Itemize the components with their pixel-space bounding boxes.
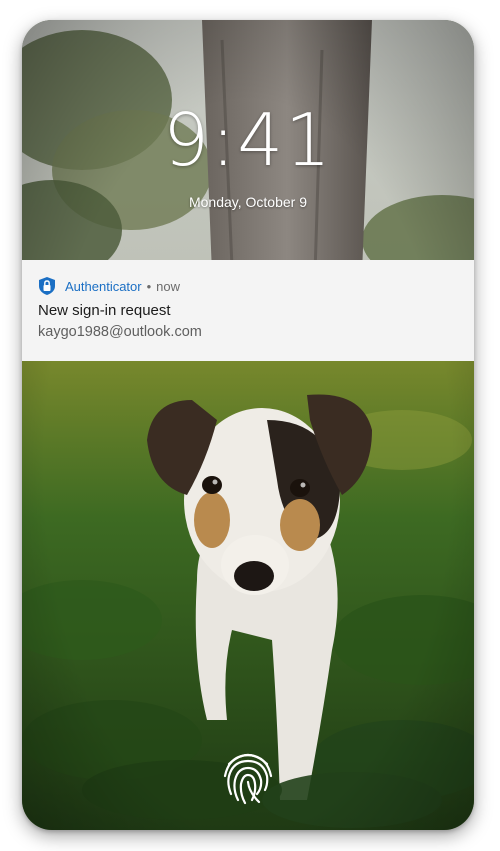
notification-separator: •: [146, 278, 152, 294]
notification-header: Authenticator • now: [38, 276, 458, 296]
fingerprint-icon[interactable]: [221, 748, 275, 806]
lock-shield-icon: [38, 276, 56, 296]
notification-title: New sign-in request: [38, 302, 171, 319]
lock-screen-date: Monday, October 9: [188, 194, 308, 210]
phone-screen: 9:41 Monday, October 9 Authenticator • n…: [22, 20, 474, 830]
notification-app-name: Authenticator: [65, 278, 142, 294]
authenticator-notification[interactable]: Authenticator • now New sign-in request …: [22, 260, 474, 361]
notification-time: now: [156, 278, 181, 294]
lock-screen-clock: 9:41: [163, 98, 333, 182]
notification-body: kaygo1988@outlook.com: [38, 324, 202, 340]
